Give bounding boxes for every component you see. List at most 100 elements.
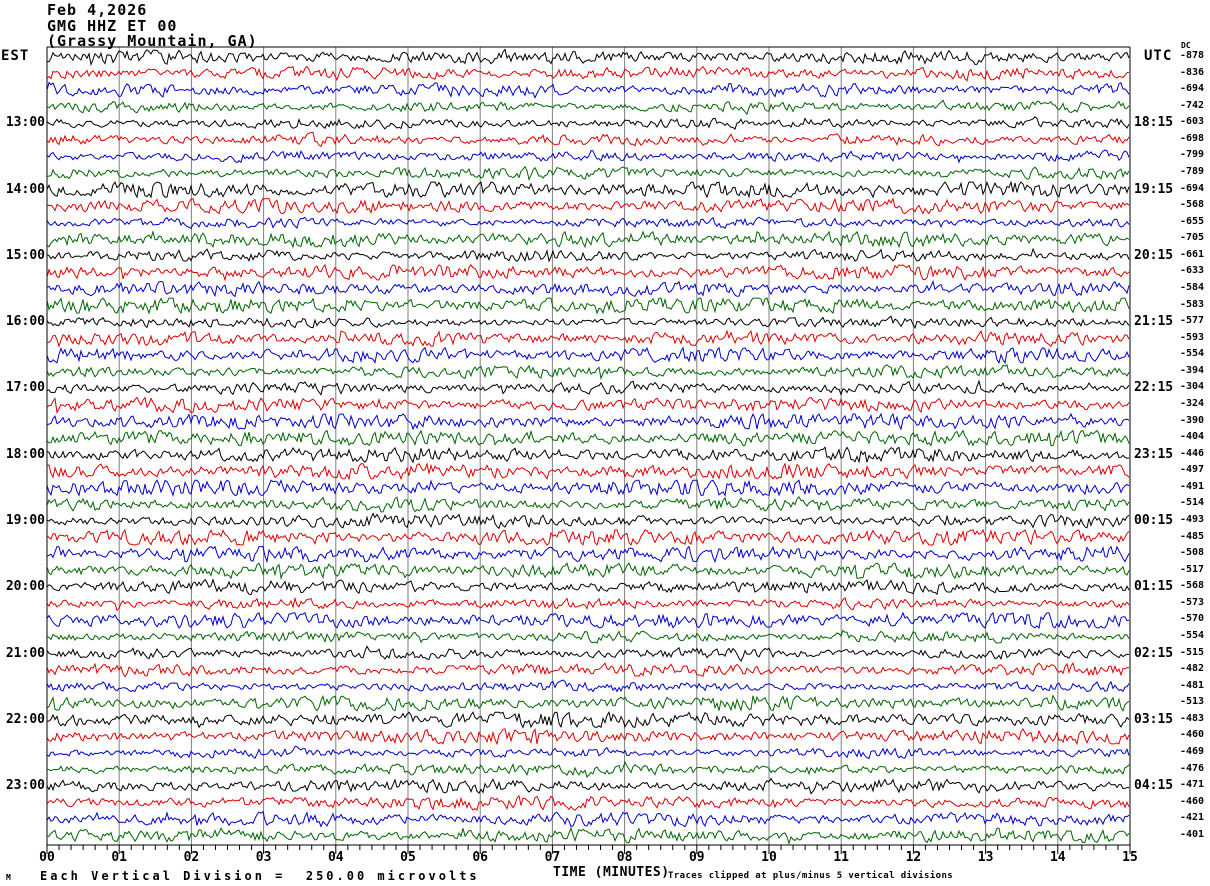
dc-value-label: -491	[1180, 480, 1205, 492]
dc-value-label: -878	[1180, 50, 1205, 61]
dc-value-label: -460	[1180, 729, 1205, 741]
seismogram-trace	[46, 662, 1130, 678]
dc-value-label: -304	[1180, 381, 1205, 393]
est-time-label: 19:00	[5, 512, 45, 528]
x-tick-label: 10	[761, 850, 777, 865]
est-time-label: 15:00	[5, 247, 45, 263]
seismogram-trace	[46, 826, 1130, 845]
dc-value-label: -476	[1180, 762, 1205, 774]
x-tick-label: 09	[688, 850, 705, 865]
x-tick-label: 08	[616, 850, 633, 865]
x-tick-label: 05	[400, 850, 416, 865]
x-tick-label: 13	[977, 850, 994, 865]
seismogram-trace	[46, 297, 1130, 315]
seismogram-trace	[46, 364, 1130, 381]
seismogram-trace	[46, 479, 1130, 498]
seismogram-trace	[46, 247, 1130, 263]
seismogram-trace	[46, 794, 1130, 811]
scale-note: Each Vertical Division = 250.00 microvol…	[40, 869, 480, 883]
seismogram-trace	[46, 315, 1130, 330]
x-tick-label: 14	[1049, 850, 1066, 865]
seismogram-trace	[46, 528, 1130, 547]
seismogram-trace	[46, 263, 1130, 282]
dc-value-label: -390	[1180, 414, 1205, 426]
seismogram-trace	[46, 462, 1130, 481]
seismogram-trace	[46, 810, 1130, 828]
dc-value-label: -655	[1180, 215, 1205, 227]
dc-value-label: -593	[1180, 331, 1205, 343]
dc-value-label: -705	[1180, 232, 1205, 244]
seismogram-trace	[46, 611, 1130, 629]
x-tick-label: 01	[111, 850, 128, 865]
dc-value-label: -446	[1180, 447, 1205, 459]
utc-time-label: 20:15	[1134, 247, 1174, 263]
dc-value-label: -584	[1180, 281, 1205, 293]
dc-value-label: -482	[1180, 663, 1205, 675]
dc-value-label: -694	[1180, 83, 1205, 95]
dc-value-label: -742	[1180, 99, 1205, 111]
dc-value-label: -633	[1180, 265, 1205, 277]
est-time-label: 23:00	[5, 778, 45, 794]
seismogram-trace	[46, 396, 1130, 415]
seismogram-trace	[46, 180, 1130, 199]
seismogram-trace	[46, 379, 1130, 396]
utc-time-label: 21:15	[1134, 314, 1174, 330]
x-tick-label: 11	[833, 850, 850, 865]
x-tick-label: 12	[905, 850, 922, 865]
watermark-mark: M	[6, 873, 11, 882]
seismogram-trace	[46, 216, 1130, 230]
dc-value-label: -324	[1180, 397, 1205, 409]
seismogram-trace	[46, 279, 1130, 298]
helicorder-page: Feb 4,2026 GMG HHZ ET 00 (Grassy Mountai…	[0, 0, 1210, 886]
seismogram-trace	[46, 578, 1130, 596]
dc-value-label: -471	[1180, 779, 1205, 791]
utc-time-label: 04:15	[1134, 778, 1174, 794]
dc-value-label: -394	[1180, 364, 1205, 376]
dc-value-label: -573	[1180, 596, 1205, 608]
dc-value-label: -694	[1180, 182, 1205, 194]
seismogram-trace	[46, 346, 1130, 365]
x-tick-label: 06	[472, 850, 489, 865]
utc-time-label: 01:15	[1134, 579, 1174, 595]
dc-value-label: -698	[1180, 132, 1205, 144]
utc-time-label: 23:15	[1134, 446, 1174, 462]
est-time-label: 16:00	[5, 314, 45, 330]
x-tick-label: 03	[255, 850, 272, 865]
dc-value-label: -515	[1180, 646, 1205, 658]
seismogram-trace	[46, 65, 1130, 82]
seismogram-trace	[46, 329, 1130, 348]
x-tick-label: 07	[544, 850, 561, 865]
utc-time-label: 02:15	[1134, 645, 1174, 661]
x-tick-label: 02	[183, 850, 200, 865]
seismogram-trace	[46, 745, 1130, 760]
x-tick-label: 15	[1122, 850, 1138, 865]
seismogram-trace	[46, 149, 1130, 164]
seismogram-trace	[46, 99, 1130, 116]
dc-value-label: -789	[1180, 165, 1205, 177]
dc-value-label: -404	[1180, 431, 1205, 443]
seismogram-trace	[46, 760, 1130, 778]
dc-value-label: -568	[1180, 199, 1205, 211]
est-time-label: 14:00	[5, 181, 45, 197]
seismogram-trace	[46, 545, 1130, 564]
seismogram-trace	[46, 727, 1130, 746]
dc-value-label: -603	[1180, 116, 1205, 128]
dc-value-label: -485	[1180, 530, 1205, 542]
est-time-label: 20:00	[5, 579, 45, 595]
dc-value-label: -661	[1180, 248, 1205, 260]
seismogram-trace	[46, 512, 1130, 530]
dc-value-label: -493	[1180, 513, 1205, 525]
clip-note: Traces clipped at plus/minus 5 vertical …	[668, 871, 954, 881]
seismogram-trace	[46, 679, 1130, 693]
dc-value-label: -514	[1180, 497, 1205, 509]
seismogram-trace	[46, 629, 1130, 644]
seismogram-trace	[46, 165, 1130, 182]
seismogram-trace	[46, 496, 1130, 513]
seismogram-trace	[46, 596, 1130, 612]
seismogram-trace	[46, 446, 1130, 464]
dc-value-label: -554	[1180, 348, 1205, 360]
dc-value-label: -421	[1180, 812, 1205, 824]
dc-value-label: -401	[1180, 828, 1205, 840]
dc-value-label: -799	[1180, 149, 1205, 161]
utc-time-label: 00:15	[1134, 512, 1174, 528]
